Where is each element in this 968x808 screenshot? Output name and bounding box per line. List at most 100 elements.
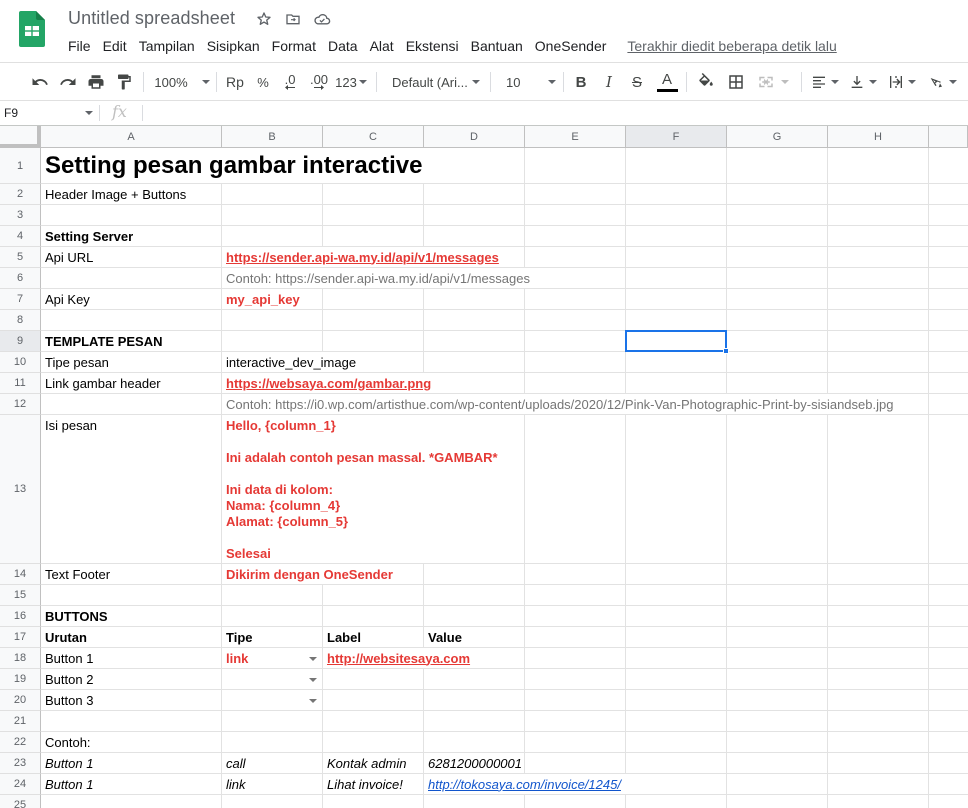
- cell-c18[interactable]: http://websitesaya.com: [323, 648, 524, 668]
- row-header-19[interactable]: 19: [0, 669, 41, 690]
- cell-b10[interactable]: interactive_dev_image: [222, 352, 423, 372]
- row-header-25[interactable]: 25: [0, 795, 41, 808]
- cell-a14[interactable]: Text Footer: [41, 564, 221, 584]
- menu-view[interactable]: Tampilan: [133, 37, 201, 55]
- paint-format-button[interactable]: [112, 69, 136, 95]
- row-header-15[interactable]: 15: [0, 585, 41, 606]
- column-header-b[interactable]: B: [222, 126, 323, 148]
- font-size-select[interactable]: 10: [500, 69, 560, 95]
- column-header-c[interactable]: C: [323, 126, 424, 148]
- cell-d24[interactable]: http://tokosaya.com/invoice/1245/: [424, 774, 726, 794]
- cell-a20[interactable]: Button 3: [41, 690, 221, 710]
- last-edit-link[interactable]: Terakhir diedit beberapa detik lalu: [627, 38, 836, 54]
- name-box[interactable]: F9: [0, 101, 99, 125]
- cell-a7[interactable]: Api Key: [41, 289, 221, 309]
- cell-a16[interactable]: BUTTONS: [41, 606, 221, 626]
- column-header-a[interactable]: A: [41, 126, 222, 148]
- cell-d23[interactable]: 6281200000001: [424, 753, 524, 773]
- row-header-20[interactable]: 20: [0, 690, 41, 711]
- cell-a4[interactable]: Setting Server: [41, 226, 221, 246]
- cell-a17[interactable]: Urutan: [41, 627, 221, 647]
- column-header-d[interactable]: D: [424, 126, 525, 148]
- menu-tools[interactable]: Alat: [364, 37, 400, 55]
- cell-a19[interactable]: Button 2: [41, 669, 221, 689]
- sheets-logo-icon[interactable]: [19, 11, 45, 47]
- row-header-9[interactable]: 9: [0, 331, 41, 352]
- dropdown-arrow-icon[interactable]: [309, 678, 317, 682]
- decrease-decimal-button[interactable]: .0: [278, 69, 302, 95]
- font-family-select[interactable]: Default (Ari...: [386, 69, 482, 95]
- row-header-10[interactable]: 10: [0, 352, 41, 373]
- row-header-8[interactable]: 8: [0, 310, 41, 331]
- cell-b12[interactable]: Contoh: https://i0.wp.com/artisthue.com/…: [222, 394, 928, 414]
- row-header-4[interactable]: 4: [0, 226, 41, 247]
- row-header-7[interactable]: 7: [0, 289, 41, 310]
- menu-format[interactable]: Format: [266, 37, 322, 55]
- undo-button[interactable]: [28, 69, 52, 95]
- row-header-16[interactable]: 16: [0, 606, 41, 627]
- column-header-i[interactable]: [929, 126, 968, 148]
- cell-a5[interactable]: Api URL: [41, 247, 221, 267]
- document-title[interactable]: Untitled spreadsheet: [68, 8, 235, 29]
- cell-link[interactable]: https://sender.api-wa.my.id/api/v1/messa…: [226, 250, 499, 265]
- text-color-button[interactable]: A: [654, 69, 680, 95]
- column-header-g[interactable]: G: [727, 126, 828, 148]
- cell-b13[interactable]: Hello, {column_1} Ini adalah contoh pesa…: [222, 415, 524, 563]
- row-header-22[interactable]: 22: [0, 732, 41, 753]
- strikethrough-button[interactable]: S: [626, 69, 648, 95]
- redo-button[interactable]: [56, 69, 80, 95]
- menu-onesender[interactable]: OneSender: [529, 37, 613, 55]
- row-header-17[interactable]: 17: [0, 627, 41, 648]
- row-header-6[interactable]: 6: [0, 268, 41, 289]
- print-button[interactable]: [84, 69, 108, 95]
- currency-format-button[interactable]: Rp: [222, 69, 248, 95]
- cell-a9[interactable]: TEMPLATE PESAN: [41, 331, 221, 351]
- cell-d17[interactable]: Value: [424, 627, 524, 647]
- menu-insert[interactable]: Sisipkan: [201, 37, 266, 55]
- text-wrapping-button[interactable]: [884, 69, 920, 95]
- column-header-e[interactable]: E: [525, 126, 626, 148]
- row-header-21[interactable]: 21: [0, 711, 41, 732]
- cell-b24[interactable]: link: [222, 774, 322, 794]
- dropdown-arrow-icon[interactable]: [309, 657, 317, 661]
- column-header-h[interactable]: H: [828, 126, 929, 148]
- menu-help[interactable]: Bantuan: [465, 37, 529, 55]
- menu-edit[interactable]: Edit: [97, 37, 133, 55]
- row-header-11[interactable]: 11: [0, 373, 41, 394]
- menu-extensions[interactable]: Ekstensi: [400, 37, 465, 55]
- cell-b5[interactable]: https://sender.api-wa.my.id/api/v1/messa…: [222, 247, 524, 267]
- cell-b23[interactable]: call: [222, 753, 322, 773]
- move-to-folder-icon[interactable]: [284, 10, 302, 28]
- cloud-status-icon[interactable]: [313, 10, 331, 28]
- cell-b18[interactable]: link: [222, 648, 322, 668]
- row-header-1[interactable]: 1: [0, 148, 41, 184]
- row-header-18[interactable]: 18: [0, 648, 41, 669]
- row-header-3[interactable]: 3: [0, 205, 41, 226]
- number-format-select[interactable]: 123: [334, 69, 368, 95]
- cell-a2[interactable]: Header Image + Buttons: [41, 184, 221, 204]
- cell-a18[interactable]: Button 1: [41, 648, 221, 668]
- increase-decimal-button[interactable]: .00: [306, 69, 332, 95]
- cell-a23[interactable]: Button 1: [41, 753, 221, 773]
- cell-a22[interactable]: Contoh:: [41, 732, 221, 752]
- text-rotation-button[interactable]: [924, 69, 960, 95]
- cell-a10[interactable]: Tipe pesan: [41, 352, 221, 372]
- cell-c23[interactable]: Kontak admin: [323, 753, 423, 773]
- italic-button[interactable]: I: [598, 69, 620, 95]
- cell-link[interactable]: http://tokosaya.com/invoice/1245/: [428, 777, 621, 792]
- borders-button[interactable]: [724, 69, 748, 95]
- cell-c17[interactable]: Label: [323, 627, 423, 647]
- cell-b11[interactable]: https://websaya.com/gambar.png: [222, 373, 524, 393]
- menu-data[interactable]: Data: [322, 37, 364, 55]
- fill-handle[interactable]: [723, 348, 729, 354]
- cell-a1[interactable]: Setting pesan gambar interactive: [41, 148, 524, 183]
- zoom-select[interactable]: 100%: [152, 69, 212, 95]
- cell-a11[interactable]: Link gambar header: [41, 373, 221, 393]
- cell-a24[interactable]: Button 1: [41, 774, 221, 794]
- formula-input[interactable]: [150, 103, 950, 123]
- spreadsheet-grid[interactable]: A B C D E F G H 1 2 3 4 5 6 7 8 9 10 11 12 13 14 15 16 17 18 19 20 2…: [0, 126, 968, 808]
- menu-file[interactable]: File: [62, 37, 97, 55]
- horizontal-align-button[interactable]: [808, 69, 842, 95]
- row-header-14[interactable]: 14: [0, 564, 41, 585]
- cell-link[interactable]: https://websaya.com/gambar.png: [226, 376, 431, 391]
